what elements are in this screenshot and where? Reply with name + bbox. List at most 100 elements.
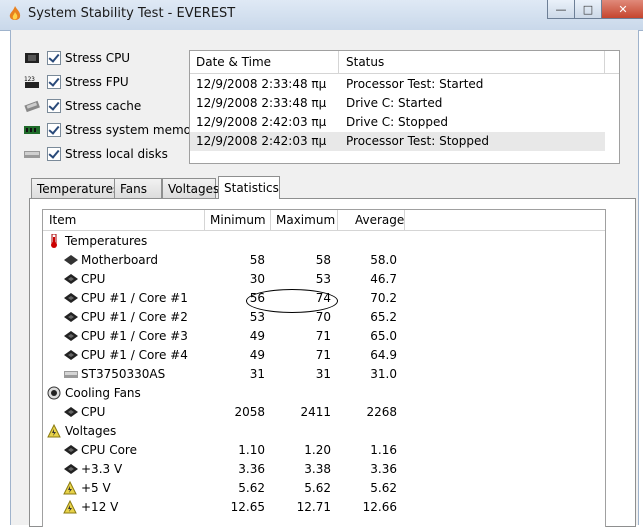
memory-icon (24, 126, 40, 134)
table-row[interactable]: +5 V 5.62 5.62 5.62 (43, 479, 605, 498)
cpu-icon (64, 274, 78, 284)
log-row[interactable]: 12/9/2008 2:33:48 πμ Processor Test: Sta… (190, 75, 619, 94)
log-header-datetime[interactable]: Date & Time (196, 55, 271, 69)
main-client-area: Stress CPU 123 Stress FPU Stress cache S… (10, 30, 639, 527)
tab-temperatures[interactable]: Temperatures (31, 178, 120, 198)
cache-icon (24, 100, 40, 113)
table-row[interactable]: CPU 2058 2411 2268 (43, 403, 605, 422)
row-item: ST3750330AS (81, 367, 166, 381)
table-row[interactable]: CPU Core 1.10 1.20 1.16 (43, 441, 605, 460)
log-header-status[interactable]: Status (346, 55, 384, 69)
section-row-cooling-fans[interactable]: Cooling Fans (43, 384, 605, 403)
stress-cpu-option[interactable]: Stress CPU (23, 48, 130, 68)
row-maximum: 53 (315, 272, 331, 286)
row-maximum: 12.71 (296, 500, 331, 514)
row-item: CPU (81, 405, 106, 419)
col-header-average[interactable]: Average (355, 213, 404, 227)
statistics-panel: Item Minimum Maximum Average Temperature… (29, 198, 636, 527)
row-average: 2268 (366, 405, 397, 419)
row-item: CPU Core (81, 443, 137, 457)
row-minimum: 1.10 (238, 443, 265, 457)
window-title: System Stability Test - EVEREST (28, 6, 236, 21)
row-item: +3.3 V (81, 462, 123, 476)
disk-icon (64, 371, 78, 378)
row-item: CPU #1 / Core #1 (81, 291, 188, 305)
row-maximum: 2411 (300, 405, 331, 419)
stress-cpu-checkbox[interactable] (47, 51, 61, 65)
thermometer-icon (51, 234, 57, 248)
row-item: CPU #1 / Core #3 (81, 329, 188, 343)
log-row[interactable]: 12/9/2008 2:42:03 πμ Processor Test: Sto… (190, 132, 605, 151)
col-header-item[interactable]: Item (49, 213, 76, 227)
cpu-icon (25, 53, 39, 63)
table-row[interactable]: CPU #1 / Core #3 49 71 65.0 (43, 327, 605, 346)
table-row[interactable]: Motherboard 58 58 58.0 (43, 251, 605, 270)
col-divider[interactable] (404, 210, 405, 230)
row-maximum: 3.38 (304, 462, 331, 476)
stress-cpu-label: Stress CPU (65, 51, 131, 65)
col-header-minimum[interactable]: Minimum (210, 213, 266, 227)
stress-disks-checkbox[interactable] (47, 147, 61, 161)
tab-statistics[interactable]: Statistics (218, 176, 280, 199)
annotation-ellipse (246, 289, 338, 313)
log-datetime: 12/9/2008 2:33:48 πμ (196, 77, 327, 91)
stress-disks-option[interactable]: Stress local disks (23, 144, 168, 164)
fpu-icon: 123 (24, 76, 39, 88)
voltage-icon (47, 424, 61, 438)
log-row[interactable]: 12/9/2008 2:33:48 πμ Drive C: Started (190, 94, 619, 113)
table-row[interactable]: CPU 30 53 46.7 (43, 270, 605, 289)
log-datetime: 12/9/2008 2:42:03 πμ (196, 134, 327, 148)
section-row-temperatures[interactable]: Temperatures (43, 232, 605, 251)
row-minimum: 12.65 (230, 500, 265, 514)
row-average: 64.9 (370, 348, 397, 362)
col-divider[interactable] (204, 210, 205, 230)
table-row[interactable]: CPU #1 / Core #2 53 70 65.2 (43, 308, 605, 327)
stress-memory-label: Stress system memory (65, 123, 204, 137)
voltage-icon (63, 481, 77, 495)
cpu-icon (64, 464, 78, 474)
log-status: Processor Test: Started (346, 77, 484, 91)
flame-app-icon (9, 6, 21, 20)
row-minimum: 5.62 (238, 481, 265, 495)
row-maximum: 1.20 (304, 443, 331, 457)
stress-fpu-option[interactable]: 123 Stress FPU (23, 72, 129, 92)
row-maximum: 71 (315, 329, 331, 343)
stress-memory-checkbox[interactable] (47, 123, 61, 137)
maximize-button[interactable]: □ (574, 0, 602, 19)
stress-cache-option[interactable]: Stress cache (23, 96, 141, 116)
row-minimum: 30 (249, 272, 265, 286)
stress-cache-checkbox[interactable] (47, 99, 61, 113)
row-average: 1.16 (370, 443, 397, 457)
close-button[interactable]: ✕ (601, 0, 643, 19)
stress-fpu-checkbox[interactable] (47, 75, 61, 89)
table-row[interactable]: ST3750330AS 31 31 31.0 (43, 365, 605, 384)
table-row[interactable]: CPU #1 / Core #4 49 71 64.9 (43, 346, 605, 365)
row-item: CPU #1 / Core #2 (81, 310, 188, 324)
row-item: +12 V (81, 500, 119, 514)
col-header-maximum[interactable]: Maximum (276, 213, 335, 227)
cpu-icon (64, 293, 78, 303)
row-item: CPU (81, 272, 106, 286)
table-row[interactable]: +3.3 V 3.36 3.38 3.36 (43, 460, 605, 479)
col-divider[interactable] (270, 210, 271, 230)
col-divider[interactable] (337, 210, 338, 230)
log-row[interactable]: 12/9/2008 2:42:03 πμ Drive C: Stopped (190, 113, 619, 132)
minimize-button[interactable]: — (547, 0, 575, 19)
section-row-voltages[interactable]: Voltages (43, 422, 605, 441)
cpu-icon (64, 445, 78, 455)
row-minimum: 49 (249, 329, 265, 343)
cpu-icon (64, 350, 78, 360)
tab-voltages[interactable]: Voltages (162, 178, 219, 198)
table-row[interactable]: +12 V 12.65 12.71 12.66 (43, 498, 605, 517)
log-status: Drive C: Stopped (346, 115, 448, 129)
row-maximum: 5.62 (304, 481, 331, 495)
row-average: 46.7 (370, 272, 397, 286)
stress-memory-option[interactable]: Stress system memory (23, 120, 203, 140)
tab-fans[interactable]: Fans (114, 178, 162, 198)
statistics-table[interactable]: Item Minimum Maximum Average Temperature… (42, 209, 606, 527)
event-log-list[interactable]: Date & Time Status 12/9/2008 2:33:48 πμ … (189, 50, 620, 164)
row-average: 12.66 (362, 500, 397, 514)
log-header-divider[interactable] (604, 51, 605, 73)
log-header-divider[interactable] (338, 51, 339, 73)
motherboard-icon (64, 255, 78, 265)
